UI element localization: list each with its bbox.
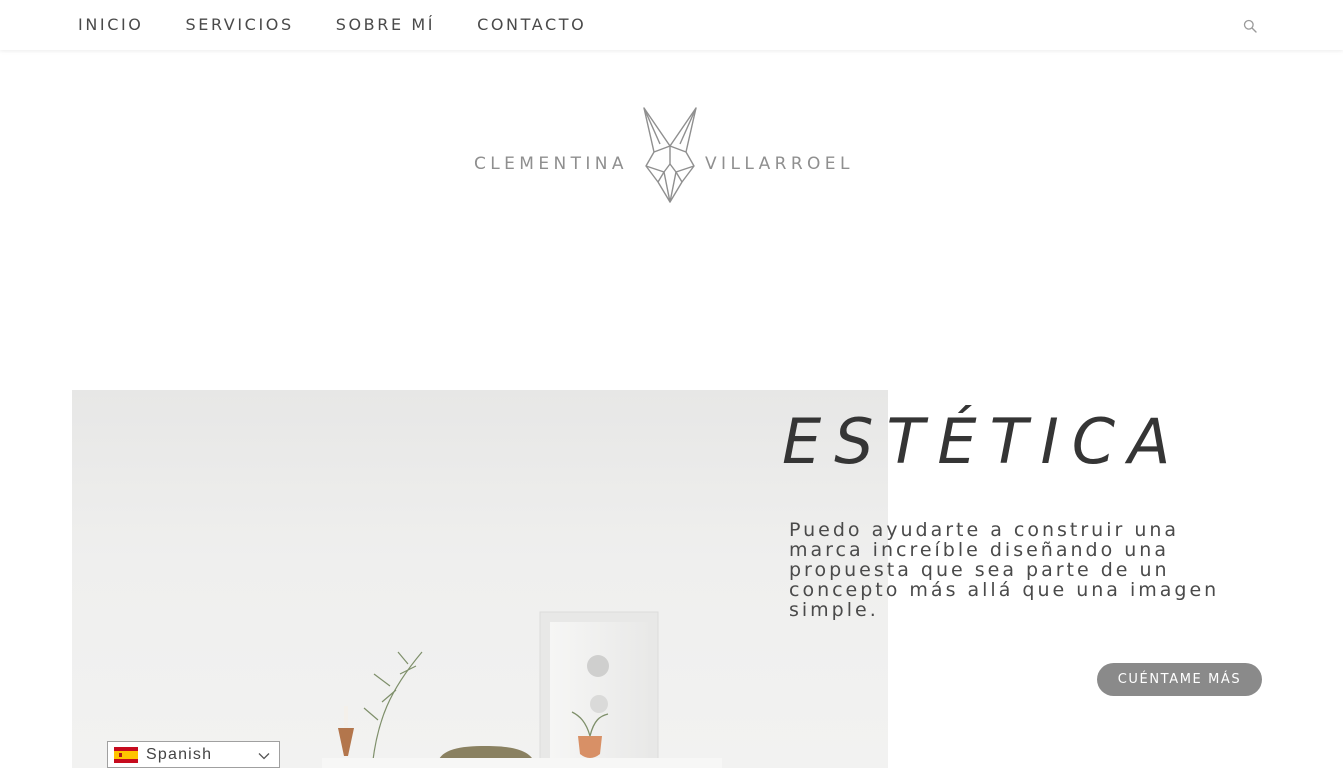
main-nav: INICIO SERVICIOS SOBRE MÍ CONTACTO	[78, 0, 628, 50]
search-icon[interactable]	[1243, 19, 1257, 33]
spain-flag-icon	[114, 746, 138, 763]
table-top	[322, 758, 722, 768]
language-selector[interactable]: Spanish	[107, 741, 280, 768]
language-label: Spanish	[146, 745, 213, 763]
site-logo[interactable]: CLEMENTINA VILLARROEL	[474, 106, 874, 204]
candle-holder	[338, 706, 354, 756]
logo-first-name: CLEMENTINA	[474, 154, 628, 174]
hero-photo	[72, 390, 888, 768]
hero-title: ESTÉTICA	[782, 405, 1184, 478]
rabbit-head-icon	[643, 107, 697, 203]
nav-item-inicio[interactable]: INICIO	[78, 0, 144, 50]
chevron-down-icon	[258, 753, 270, 760]
cta-button[interactable]: CUÉNTAME MÁS	[1097, 663, 1262, 696]
nav-item-sobre-mi[interactable]: SOBRE MÍ	[336, 0, 435, 50]
top-navbar: INICIO SERVICIOS SOBRE MÍ CONTACTO	[0, 0, 1343, 50]
hero-description: Puedo ayudarte a construir una marca inc…	[789, 519, 1220, 621]
logo-last-name: VILLARROEL	[705, 154, 854, 174]
nav-item-contacto[interactable]: CONTACTO	[477, 0, 586, 50]
plant-branch	[363, 651, 423, 768]
nav-item-servicios[interactable]: SERVICIOS	[186, 0, 294, 50]
